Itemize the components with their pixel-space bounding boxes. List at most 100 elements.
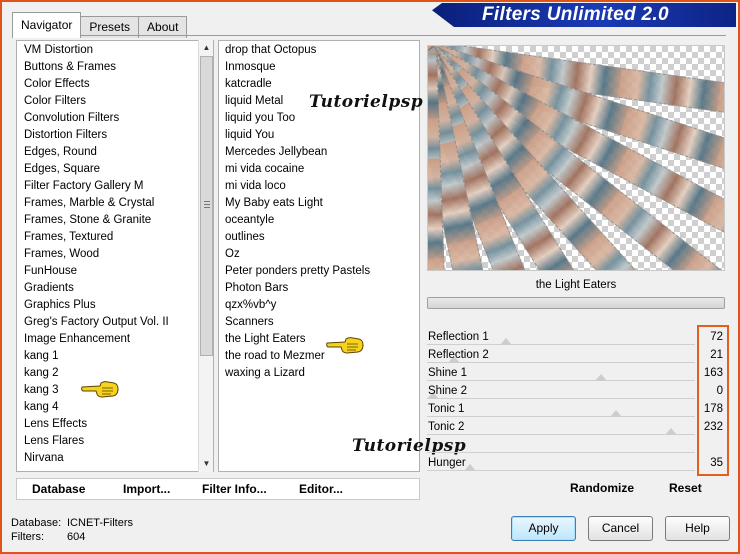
parameter-row: Tonic 2 232 (427, 419, 725, 437)
category-item[interactable]: kang 1 (24, 348, 213, 365)
filter-item[interactable]: waxing a Lizard (225, 365, 419, 382)
param-command-bar: Randomize Reset (425, 478, 727, 500)
parameter-row: Tonic 1 178 (427, 401, 725, 419)
category-item[interactable]: Edges, Round (24, 144, 213, 161)
parameter-label: Hunger (428, 457, 466, 469)
slider-thumb[interactable] (665, 428, 678, 435)
preview-slider[interactable] (427, 297, 725, 309)
filter-item[interactable]: liquid you Too (225, 110, 419, 127)
database-value: ICNET-Filters (67, 517, 133, 529)
category-scrollbar[interactable]: ▲ ▼ (198, 40, 213, 472)
category-item[interactable]: FunHouse (24, 263, 213, 280)
slider-thumb[interactable] (500, 338, 513, 345)
filter-item[interactable]: drop that Octopus (225, 42, 419, 59)
parameter-slider[interactable] (427, 398, 695, 399)
filter-preview (427, 45, 725, 271)
parameter-slider[interactable] (427, 380, 695, 381)
parameter-row: Shine 1 163 (427, 365, 725, 383)
parameter-row (427, 437, 725, 455)
values-highlight-box (697, 325, 729, 476)
filter-item[interactable]: Mercedes Jellybean (225, 144, 419, 161)
parameter-row: Hunger 35 (427, 455, 725, 473)
grip-icon (204, 201, 210, 208)
category-item[interactable]: Convolution Filters (24, 110, 213, 127)
editor-button[interactable]: Editor... (299, 482, 343, 496)
category-item[interactable]: Edges, Square (24, 161, 213, 178)
tab-navigator[interactable]: Navigator (12, 12, 82, 38)
banner-title: Filters Unlimited 2.0 (482, 4, 669, 25)
filter-item[interactable]: mi vida loco (225, 178, 419, 195)
parameter-slider[interactable] (427, 344, 695, 345)
pointing-hand-icon (81, 381, 119, 398)
scroll-down-icon[interactable]: ▼ (200, 457, 213, 471)
parameter-slider[interactable] (427, 452, 695, 453)
parameter-slider[interactable] (427, 362, 695, 363)
category-item[interactable]: Graphics Plus (24, 297, 213, 314)
parameter-panel: Reflection 1 72 Reflection 2 21 Shine 1 163 Sh… (427, 329, 725, 473)
parameter-label: Shine 1 (428, 367, 468, 379)
apply-button[interactable]: Apply (511, 516, 576, 541)
cancel-button[interactable]: Cancel (588, 516, 653, 541)
category-item[interactable]: Frames, Marble & Crystal (24, 195, 213, 212)
slider-thumb[interactable] (610, 410, 623, 417)
reset-button[interactable]: Reset (669, 481, 702, 495)
pointing-hand-icon (326, 337, 364, 354)
parameter-label: Tonic 2 (428, 421, 465, 433)
filter-item[interactable]: qzx%vb^y (225, 297, 419, 314)
scroll-thumb[interactable] (200, 56, 213, 356)
category-item[interactable]: Filter Factory Gallery M (24, 178, 213, 195)
category-item[interactable]: kang 4 (24, 399, 213, 416)
watermark-text: Tutorielpsp (309, 92, 424, 112)
help-button[interactable]: Help (665, 516, 730, 541)
filter-item[interactable]: mi vida cocaine (225, 161, 419, 178)
filter-item[interactable]: outlines (225, 229, 419, 246)
category-item[interactable]: Frames, Stone & Granite (24, 212, 213, 229)
category-item[interactable]: Gradients (24, 280, 213, 297)
filters-count-value: 604 (67, 531, 86, 543)
slider-thumb[interactable] (594, 374, 607, 381)
filter-item[interactable]: My Baby eats Light (225, 195, 419, 212)
category-item[interactable]: Greg's Factory Output Vol. II (24, 314, 213, 331)
filter-item[interactable]: the Light Eaters (225, 331, 419, 348)
parameter-row: Shine 20 (427, 383, 725, 401)
filter-item[interactable]: Peter ponders pretty Pastels (225, 263, 419, 280)
category-item[interactable]: Image Enhancement (24, 331, 213, 348)
category-item[interactable]: Buttons & Frames (24, 59, 213, 76)
filters-count-label: Filters: (11, 531, 44, 543)
filter-item[interactable]: Oz (225, 246, 419, 263)
parameter-label: Reflection 1 (428, 331, 489, 343)
filter-item[interactable]: Photon Bars (225, 280, 419, 297)
parameter-slider[interactable] (427, 416, 695, 417)
database-label: Database: (11, 517, 62, 529)
category-item[interactable]: Color Filters (24, 93, 213, 110)
category-item[interactable]: VM Distortion (24, 42, 213, 59)
filter-item[interactable]: Inmosque (225, 59, 419, 76)
category-list[interactable]: VM Distortion Buttons & Frames Color Effec… (16, 40, 214, 472)
tab-divider (12, 35, 726, 36)
database-info: Database: ICNET-Filters Filters: 604 (11, 516, 133, 544)
parameter-row: Reflection 2 21 (427, 347, 725, 365)
import-button[interactable]: Import... (123, 482, 170, 496)
filter-info-button[interactable]: Filter Info... (202, 482, 267, 496)
database-button[interactable]: Database (32, 482, 85, 496)
scroll-up-icon[interactable]: ▲ (200, 41, 213, 55)
category-item[interactable]: Frames, Textured (24, 229, 213, 246)
parameter-label: Reflection 2 (428, 349, 489, 361)
category-item[interactable]: Frames, Wood (24, 246, 213, 263)
category-item[interactable]: Color Effects (24, 76, 213, 93)
category-item[interactable]: Lens Flares (24, 433, 213, 450)
category-item[interactable]: Lens Effects (24, 416, 213, 433)
filter-item[interactable]: katcradle (225, 76, 419, 93)
command-bar: Database Import... Filter Info... Editor… (16, 478, 420, 500)
category-item[interactable]: Nirvana (24, 450, 213, 467)
randomize-button[interactable]: Randomize (570, 481, 634, 495)
parameter-label: Tonic 1 (428, 403, 465, 415)
parameter-row: Reflection 1 72 (427, 329, 725, 347)
filter-item[interactable]: liquid You (225, 127, 419, 144)
filter-item[interactable]: Scanners (225, 314, 419, 331)
filter-item[interactable]: the road to Mezmer (225, 348, 419, 365)
tab-bar: Navigator Presets About (12, 12, 188, 38)
category-item[interactable]: Distortion Filters (24, 127, 213, 144)
filter-item[interactable]: oceantyle (225, 212, 419, 229)
parameter-slider[interactable] (427, 434, 695, 435)
